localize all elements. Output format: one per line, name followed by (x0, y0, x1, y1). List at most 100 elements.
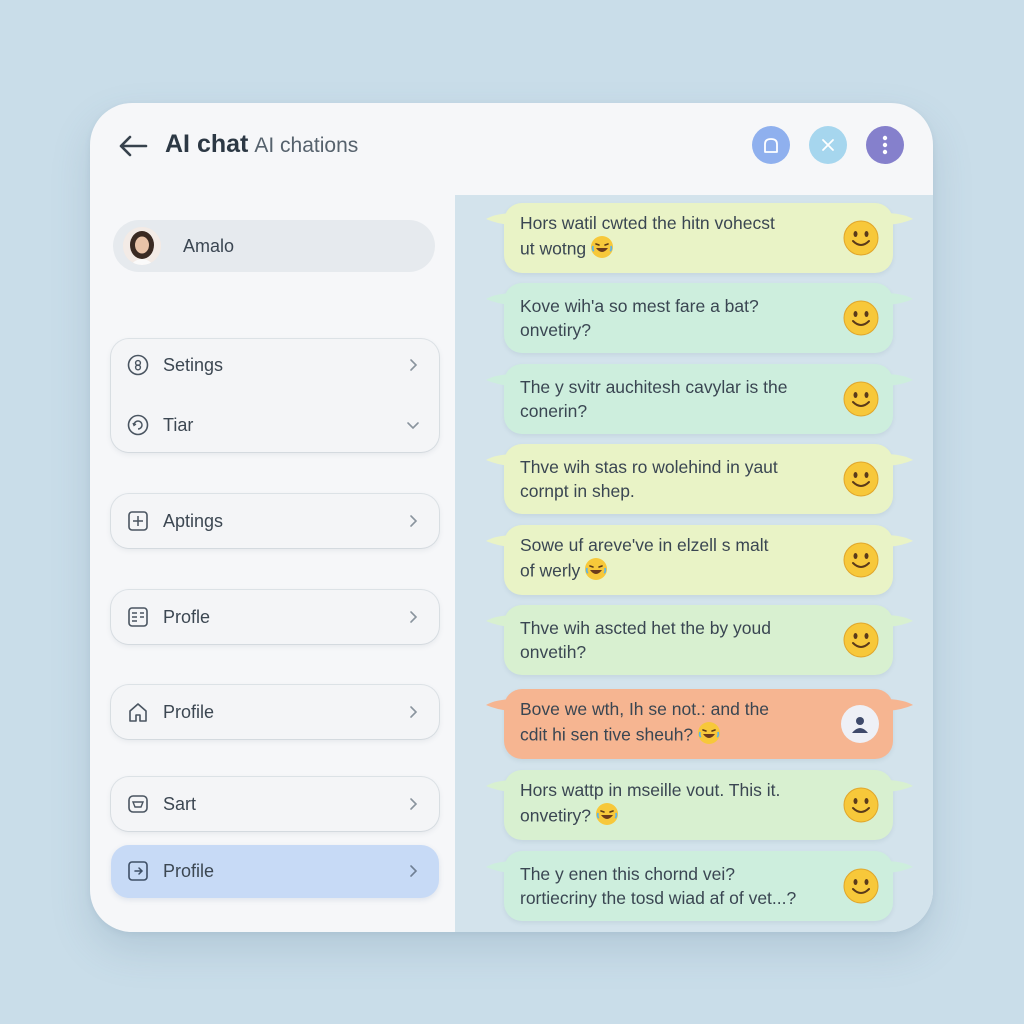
message-line-text: cdit hi sen tive sheuh? (520, 724, 694, 745)
chevron-down-icon (403, 420, 423, 430)
close-icon (822, 139, 834, 151)
export-icon (127, 860, 149, 882)
home-icon (764, 138, 778, 153)
bubble-tail (883, 615, 913, 627)
bubble-tail (486, 213, 516, 225)
profile-active-card: Profile (111, 845, 439, 898)
message-line: Bove we wth, Ih se not.: and the (520, 699, 770, 719)
profile-name: Amalo (183, 235, 235, 256)
smiley-emoji-icon (843, 622, 879, 658)
more-button[interactable] (866, 126, 904, 164)
message-line-text: onvetiry? (520, 320, 592, 340)
chat-message[interactable]: Thve wih ascted het the by youd onvetih? (486, 605, 913, 675)
laughing-emoji-icon (697, 721, 721, 751)
smiley-emoji-icon (843, 300, 879, 336)
laughing-emoji-icon (590, 235, 614, 265)
message-line: conerin? (520, 399, 830, 423)
message-line: Hors watil cwted the hitn vohecst (520, 213, 775, 233)
sidebar-item-profile-active[interactable]: Profile (111, 845, 439, 897)
add-square-icon (127, 510, 149, 532)
message-line-text: of werly (520, 560, 581, 581)
message-line: The y svitr auchitesh cavylar is the (520, 377, 788, 397)
refresh-icon (127, 414, 149, 436)
sart-card: Sart (111, 777, 439, 831)
subtitle-text: AI chations (254, 134, 359, 157)
bubble-tail (486, 535, 516, 547)
chat-message[interactable]: Hors wattp in mseille vout. This it. onve… (486, 770, 913, 840)
chat-message[interactable]: Kove wih'a so mest fare a bat? onvetiry? (486, 283, 913, 353)
sidebar-item-label: Tiar (163, 414, 194, 435)
message-line: cornpt in shep. (520, 479, 830, 503)
page-title: AI chat AI chations (165, 130, 358, 159)
laughing-emoji-icon (595, 802, 619, 832)
message-text: Sowe uf areve've in elzell s malt of werl… (520, 533, 830, 587)
profile-pill[interactable]: Amalo (113, 220, 435, 272)
chevron-right-icon (403, 797, 423, 811)
message-line: rortiecriny the tosd wiad af of vet...? (520, 886, 830, 910)
bubble-tail (486, 861, 516, 873)
chat-window: AI chat AI chations Amalo Setings Tiar A… (90, 103, 933, 932)
chat-message[interactable]: The y enen this chornd vei? rortiecriny t… (486, 851, 913, 921)
smiley-emoji-icon (843, 542, 879, 578)
profile-card: Profile (111, 685, 439, 739)
bubble-tail (883, 861, 913, 873)
chevron-right-icon (403, 610, 423, 624)
message-line: The y enen this chornd vei? (520, 864, 735, 884)
sidebar-item-setings[interactable]: Setings (111, 339, 439, 391)
sidebar-item-sart[interactable]: Sart (111, 778, 439, 830)
smiley-emoji-icon (843, 787, 879, 823)
message-line: ut wotng (520, 235, 830, 265)
sidebar-item-label: Profile (163, 860, 215, 881)
sidebar-item-aptings[interactable]: Aptings (111, 495, 439, 547)
bubble-tail (883, 213, 913, 225)
smiley-emoji-icon (843, 868, 879, 904)
bubble-tail (883, 293, 913, 305)
bubble-tail (883, 699, 913, 711)
back-button[interactable] (116, 129, 150, 163)
user-avatar-icon (841, 705, 879, 743)
message-line: Kove wih'a so mest fare a bat? (520, 296, 759, 316)
message-line: onvetiry? (520, 802, 830, 832)
chevron-right-icon (403, 358, 423, 372)
chat-message[interactable]: The y svitr auchitesh cavylar is the cone… (486, 364, 913, 434)
bubble-tail (486, 615, 516, 627)
bubble-tail (486, 454, 516, 466)
close-button[interactable] (809, 126, 847, 164)
message-text: Hors wattp in mseille vout. This it. onve… (520, 778, 830, 832)
chevron-right-icon (403, 864, 423, 878)
chevron-right-icon (403, 705, 423, 719)
bubble-tail (883, 535, 913, 547)
chat-panel: Hors watil cwted the hitn vohecst ut wotn… (455, 195, 933, 932)
smiley-emoji-icon (843, 220, 879, 256)
more-vertical-icon (882, 135, 888, 155)
laughing-emoji-icon (584, 557, 608, 587)
message-text: Hors watil cwted the hitn vohecst ut wotn… (520, 211, 830, 265)
bubble-tail (883, 780, 913, 792)
chevron-right-icon (403, 514, 423, 528)
message-line: cdit hi sen tive sheuh? (520, 721, 830, 751)
message-line: Thve wih stas ro wolehind in yaut (520, 457, 778, 477)
smiley-emoji-icon (843, 381, 879, 417)
bubble-tail (883, 454, 913, 466)
chat-message[interactable]: Hors watil cwted the hitn vohecst ut wotn… (486, 203, 913, 273)
sidebar-item-profle[interactable]: Profle (111, 591, 439, 643)
chat-message[interactable]: Bove we wth, Ih se not.: and the cdit hi … (486, 689, 913, 759)
sidebar-item-tiar[interactable]: Tiar (111, 399, 439, 451)
message-line: onvetiry? (520, 318, 830, 342)
sidebar-item-profile[interactable]: Profile (111, 686, 439, 738)
chat-message[interactable]: Sowe uf areve've in elzell s malt of werl… (486, 525, 913, 595)
message-text: The y svitr auchitesh cavylar is the cone… (520, 375, 830, 423)
bubble-tail (486, 293, 516, 305)
message-text: Bove we wth, Ih se not.: and the cdit hi … (520, 697, 830, 751)
home-button[interactable] (752, 126, 790, 164)
message-text: Kove wih'a so mest fare a bat? onvetiry? (520, 294, 830, 342)
header-bar: AI chat AI chations (90, 103, 933, 195)
avatar (123, 227, 161, 265)
message-line-text: cornpt in shep. (520, 481, 635, 501)
message-line-text: conerin? (520, 401, 588, 421)
sidebar-item-label: Profle (163, 606, 211, 627)
chat-message[interactable]: Thve wih stas ro wolehind in yaut cornpt … (486, 444, 913, 514)
message-line: Sowe uf areve've in elzell s malt (520, 535, 769, 555)
message-text: The y enen this chornd vei? rortiecriny t… (520, 862, 830, 910)
sidebar-item-label: Sart (163, 793, 197, 814)
